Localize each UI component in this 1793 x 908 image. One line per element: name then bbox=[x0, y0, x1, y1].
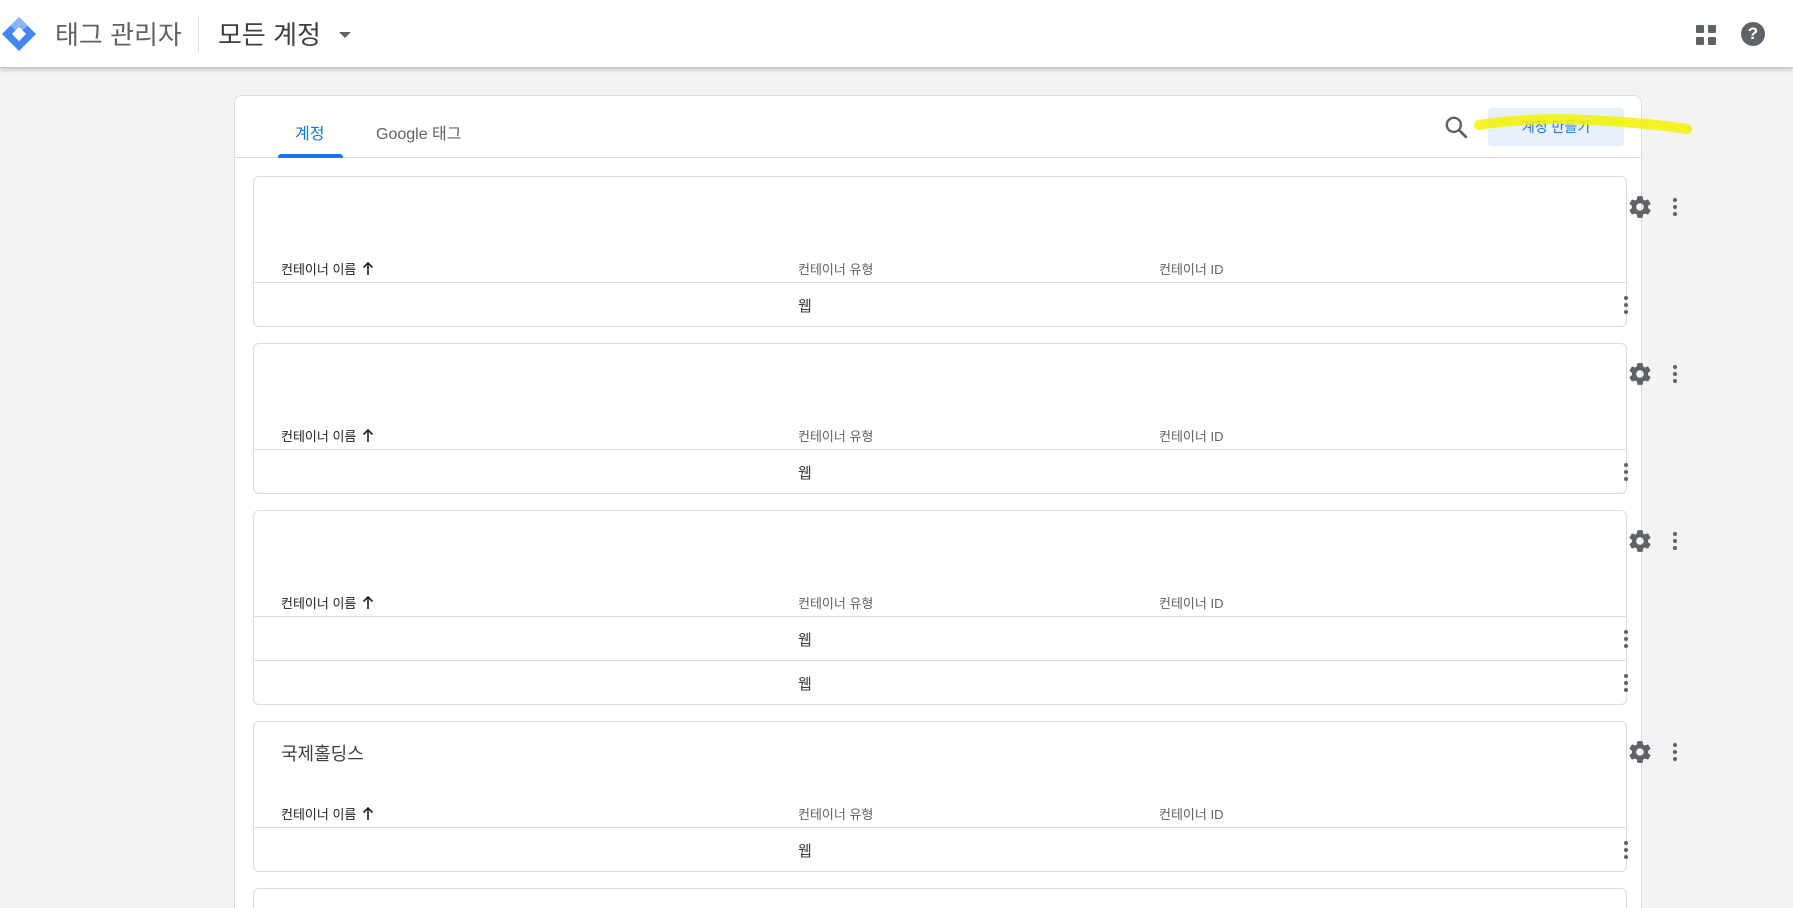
sort-up-arrow-icon bbox=[363, 595, 374, 609]
header-container-name[interactable]: 컨테이너 이름 bbox=[281, 259, 374, 278]
account-card bbox=[253, 888, 1627, 908]
row-more-menu-icon[interactable] bbox=[1614, 460, 1638, 484]
sort-up-arrow-icon bbox=[363, 806, 374, 820]
help-icon[interactable]: ? bbox=[1741, 22, 1765, 46]
header-container-name[interactable]: 컨테이너 이름 bbox=[281, 804, 374, 823]
top-app-bar: 태그 관리자 모든 계정 ? bbox=[0, 0, 1793, 68]
account-more-menu-icon[interactable] bbox=[1663, 529, 1687, 553]
gear-icon[interactable] bbox=[1627, 739, 1653, 765]
tab-bar: 계정 Google 태그 계정 만들기 bbox=[235, 96, 1692, 158]
table-header: 컨테이너 이름 컨테이너 유형 컨테이너 ID bbox=[254, 419, 1626, 449]
account-name: 국제홀딩스 bbox=[281, 744, 364, 764]
search-icon[interactable] bbox=[1443, 114, 1469, 140]
table-row[interactable]: 웹 bbox=[254, 616, 1628, 660]
tag-manager-logo-icon[interactable] bbox=[0, 15, 38, 53]
header-container-type: 컨테이너 유형 bbox=[798, 262, 874, 277]
account-more-menu-icon[interactable] bbox=[1663, 362, 1687, 386]
table-header: 컨테이너 이름 컨테이너 유형 컨테이너 ID bbox=[254, 797, 1626, 827]
sort-up-arrow-icon bbox=[363, 261, 374, 275]
header-container-type: 컨테이너 유형 bbox=[798, 807, 874, 822]
table-header: 컨테이너 이름 컨테이너 유형 컨테이너 ID bbox=[254, 586, 1626, 616]
table-row[interactable]: 웹 bbox=[254, 660, 1628, 704]
account-card: 컨테이너 이름 컨테이너 유형 컨테이너 ID 웹 웹 bbox=[253, 510, 1677, 705]
header-container-name[interactable]: 컨테이너 이름 bbox=[281, 426, 374, 445]
account-more-menu-icon[interactable] bbox=[1663, 195, 1687, 219]
header-container-id: 컨테이너 ID bbox=[1159, 429, 1224, 444]
container-type-value: 웹 bbox=[798, 676, 812, 693]
apps-grid-icon[interactable] bbox=[1696, 25, 1716, 45]
active-tab-indicator bbox=[278, 154, 343, 158]
account-more-menu-icon[interactable] bbox=[1663, 740, 1687, 764]
account-card: 컨테이너 이름 컨테이너 유형 컨테이너 ID 웹 bbox=[253, 343, 1677, 494]
header-container-type: 컨테이너 유형 bbox=[798, 429, 874, 444]
header-container-id: 컨테이너 ID bbox=[1159, 807, 1224, 822]
account-selector-label: 모든 계정 bbox=[218, 19, 321, 50]
table-row[interactable]: 웹 bbox=[254, 282, 1628, 326]
account-selector[interactable]: 모든 계정 bbox=[218, 13, 351, 53]
gear-icon[interactable] bbox=[1627, 361, 1653, 387]
tab-accounts[interactable]: 계정 bbox=[295, 120, 324, 144]
row-more-menu-icon[interactable] bbox=[1614, 671, 1638, 695]
app-title: 태그 관리자 bbox=[55, 20, 182, 50]
header-container-id: 컨테이너 ID bbox=[1159, 596, 1224, 611]
sort-up-arrow-icon bbox=[363, 428, 374, 442]
account-card: 컨테이너 이름 컨테이너 유형 컨테이너 ID 웹 bbox=[253, 176, 1677, 327]
accounts-panel: 계정 Google 태그 계정 만들기 컨테이너 이름 컨테이너 유형 컨테이너… bbox=[234, 95, 1692, 908]
table-header: 컨테이너 이름 컨테이너 유형 컨테이너 ID bbox=[254, 252, 1626, 282]
row-more-menu-icon[interactable] bbox=[1614, 838, 1638, 862]
create-account-button[interactable]: 계정 만들기 bbox=[1488, 108, 1624, 146]
tab-google-tag[interactable]: Google 태그 bbox=[376, 120, 461, 144]
dropdown-arrow-icon bbox=[338, 31, 351, 38]
row-more-menu-icon[interactable] bbox=[1614, 627, 1638, 651]
table-row[interactable]: 웹 bbox=[254, 827, 1628, 871]
gear-icon[interactable] bbox=[1627, 528, 1653, 554]
container-type-value: 웹 bbox=[798, 298, 812, 315]
title-divider bbox=[198, 16, 199, 52]
container-type-value: 웹 bbox=[798, 465, 812, 482]
account-card: 국제홀딩스 컨테이너 이름 컨테이너 유형 컨테이너 ID 웹 bbox=[253, 721, 1677, 872]
row-more-menu-icon[interactable] bbox=[1614, 293, 1638, 317]
container-type-value: 웹 bbox=[798, 843, 812, 860]
container-type-value: 웹 bbox=[798, 632, 812, 649]
header-container-name[interactable]: 컨테이너 이름 bbox=[281, 593, 374, 612]
gear-icon[interactable] bbox=[1627, 194, 1653, 220]
header-container-type: 컨테이너 유형 bbox=[798, 596, 874, 611]
header-container-id: 컨테이너 ID bbox=[1159, 262, 1224, 277]
table-row[interactable]: 웹 bbox=[254, 449, 1628, 493]
